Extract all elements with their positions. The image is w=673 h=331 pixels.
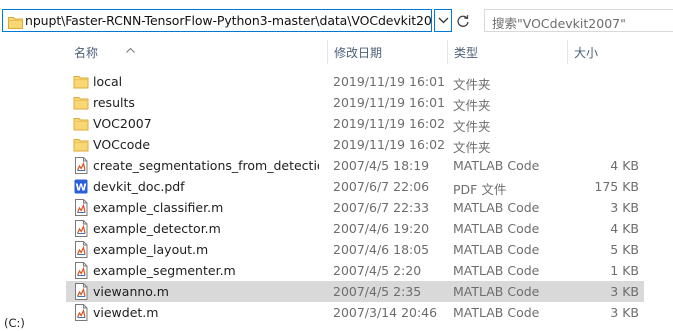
address-path[interactable]: npupt\Faster-RCNN-TensorFlow-Python3-mas… bbox=[25, 13, 431, 28]
file-modified-date: 2007/6/7 22:33 bbox=[333, 200, 430, 215]
column-header-size[interactable]: 大小 bbox=[567, 40, 673, 64]
column-header-type[interactable]: 类型 bbox=[447, 40, 567, 64]
file-size: 3 KB bbox=[610, 305, 639, 320]
file-type: MATLAB Code bbox=[453, 263, 540, 278]
file-name: results bbox=[93, 95, 135, 110]
drive-label[interactable]: (C:) bbox=[4, 316, 25, 330]
file-row[interactable]: Wdevkit_doc.pdf 2007/6/7 22:06 PDF 文件 175 K… bbox=[66, 176, 644, 197]
matlab-file-icon bbox=[73, 220, 89, 237]
search-input[interactable]: 搜索"VOCdevkit2007" bbox=[484, 9, 673, 32]
column-header-date[interactable]: 修改日期 bbox=[327, 40, 447, 64]
file-row[interactable]: viewanno.m 2007/4/5 2:35 MATLAB Code 3 KB bbox=[66, 281, 644, 302]
svg-text:W: W bbox=[75, 183, 86, 194]
file-type: MATLAB Code bbox=[453, 305, 540, 320]
file-modified-date: 2007/3/14 20:46 bbox=[333, 305, 438, 320]
folder-icon bbox=[73, 136, 89, 153]
matlab-file-icon bbox=[73, 304, 89, 321]
file-type: 文件夹 bbox=[453, 77, 491, 92]
file-modified-date: 2019/11/19 16:02 bbox=[333, 137, 446, 152]
file-size: 5 KB bbox=[610, 242, 639, 257]
file-row[interactable]: example_classifier.m 2007/6/7 22:33 MATLAB… bbox=[66, 197, 644, 218]
file-name: devkit_doc.pdf bbox=[93, 179, 185, 194]
file-type: 文件夹 bbox=[453, 119, 491, 134]
file-type: MATLAB Code bbox=[453, 284, 540, 299]
file-name: viewanno.m bbox=[93, 284, 169, 299]
file-row[interactable]: example_segmenter.m 2007/4/5 2:20 MATLAB C… bbox=[66, 260, 644, 281]
file-type: 文件夹 bbox=[453, 98, 491, 113]
folder-icon bbox=[8, 14, 23, 29]
file-row[interactable]: local 2019/11/19 16:01 文件夹 bbox=[66, 71, 644, 92]
file-size: 4 KB bbox=[610, 158, 639, 173]
file-name: local bbox=[93, 74, 123, 89]
file-modified-date: 2019/11/19 16:01 bbox=[333, 95, 446, 110]
refresh-button[interactable] bbox=[453, 9, 473, 32]
file-name: viewdet.m bbox=[93, 305, 159, 320]
folder-icon bbox=[73, 73, 89, 90]
file-row[interactable]: VOC2007 2019/11/19 16:02 文件夹 bbox=[66, 113, 644, 134]
matlab-file-icon bbox=[73, 283, 89, 300]
file-name: VOC2007 bbox=[93, 116, 152, 131]
file-name: example_layout.m bbox=[93, 242, 209, 257]
folder-icon bbox=[73, 94, 89, 111]
address-dropdown-button[interactable] bbox=[434, 9, 452, 32]
file-type: 文件夹 bbox=[453, 140, 491, 155]
matlab-file-icon bbox=[73, 199, 89, 216]
address-bar-row: npupt\Faster-RCNN-TensorFlow-Python3-mas… bbox=[0, 0, 673, 40]
file-row[interactable]: example_detector.m 2007/4/6 19:20 MATLAB C… bbox=[66, 218, 644, 239]
file-row[interactable]: create_segmentations_from_detectio... 200… bbox=[66, 155, 644, 176]
column-header-name[interactable]: 名称 bbox=[66, 40, 327, 64]
matlab-file-icon bbox=[73, 241, 89, 258]
file-size: 4 KB bbox=[610, 221, 639, 236]
file-type: MATLAB Code bbox=[453, 200, 540, 215]
matlab-file-icon bbox=[73, 262, 89, 279]
file-modified-date: 2007/4/5 2:20 bbox=[333, 263, 422, 278]
file-row[interactable]: VOCcode 2019/11/19 16:02 文件夹 bbox=[66, 134, 644, 155]
navigation-pane[interactable] bbox=[0, 40, 5, 331]
file-name: create_segmentations_from_detectio... bbox=[93, 158, 319, 173]
file-type: PDF 文件 bbox=[453, 182, 507, 197]
file-modified-date: 2007/4/6 18:05 bbox=[333, 242, 430, 257]
file-name: example_detector.m bbox=[93, 221, 221, 236]
file-row[interactable]: viewdet.m 2007/3/14 20:46 MATLAB Code 3 KB bbox=[66, 302, 644, 323]
file-size: 1 KB bbox=[610, 263, 639, 278]
file-name: example_classifier.m bbox=[93, 200, 224, 215]
file-size: 3 KB bbox=[610, 200, 639, 215]
pdf-file-icon: W bbox=[73, 178, 89, 195]
file-row[interactable]: results 2019/11/19 16:01 文件夹 bbox=[66, 92, 644, 113]
folder-icon bbox=[73, 115, 89, 132]
file-row[interactable]: example_layout.m 2007/4/6 18:05 MATLAB Cod… bbox=[66, 239, 644, 260]
file-name: VOCcode bbox=[93, 137, 151, 152]
file-modified-date: 2007/6/7 22:06 bbox=[333, 179, 430, 194]
file-size: 3 KB bbox=[610, 284, 639, 299]
matlab-file-icon bbox=[73, 157, 89, 174]
search-placeholder: 搜索"VOCdevkit2007" bbox=[492, 16, 626, 31]
file-modified-date: 2007/4/5 2:35 bbox=[333, 284, 422, 299]
file-modified-date: 2019/11/19 16:02 bbox=[333, 116, 446, 131]
file-type: MATLAB Code bbox=[453, 242, 540, 257]
file-type: MATLAB Code bbox=[453, 221, 540, 236]
address-bar[interactable]: npupt\Faster-RCNN-TensorFlow-Python3-mas… bbox=[2, 9, 432, 32]
file-name: example_segmenter.m bbox=[93, 263, 236, 278]
column-header-row: 名称 修改日期 类型 大小 bbox=[66, 40, 673, 64]
file-size: 175 KB bbox=[594, 179, 639, 194]
file-type: MATLAB Code bbox=[453, 158, 540, 173]
file-modified-date: 2007/4/5 18:19 bbox=[333, 158, 430, 173]
file-modified-date: 2007/4/6 19:20 bbox=[333, 221, 430, 236]
file-modified-date: 2019/11/19 16:01 bbox=[333, 74, 446, 89]
